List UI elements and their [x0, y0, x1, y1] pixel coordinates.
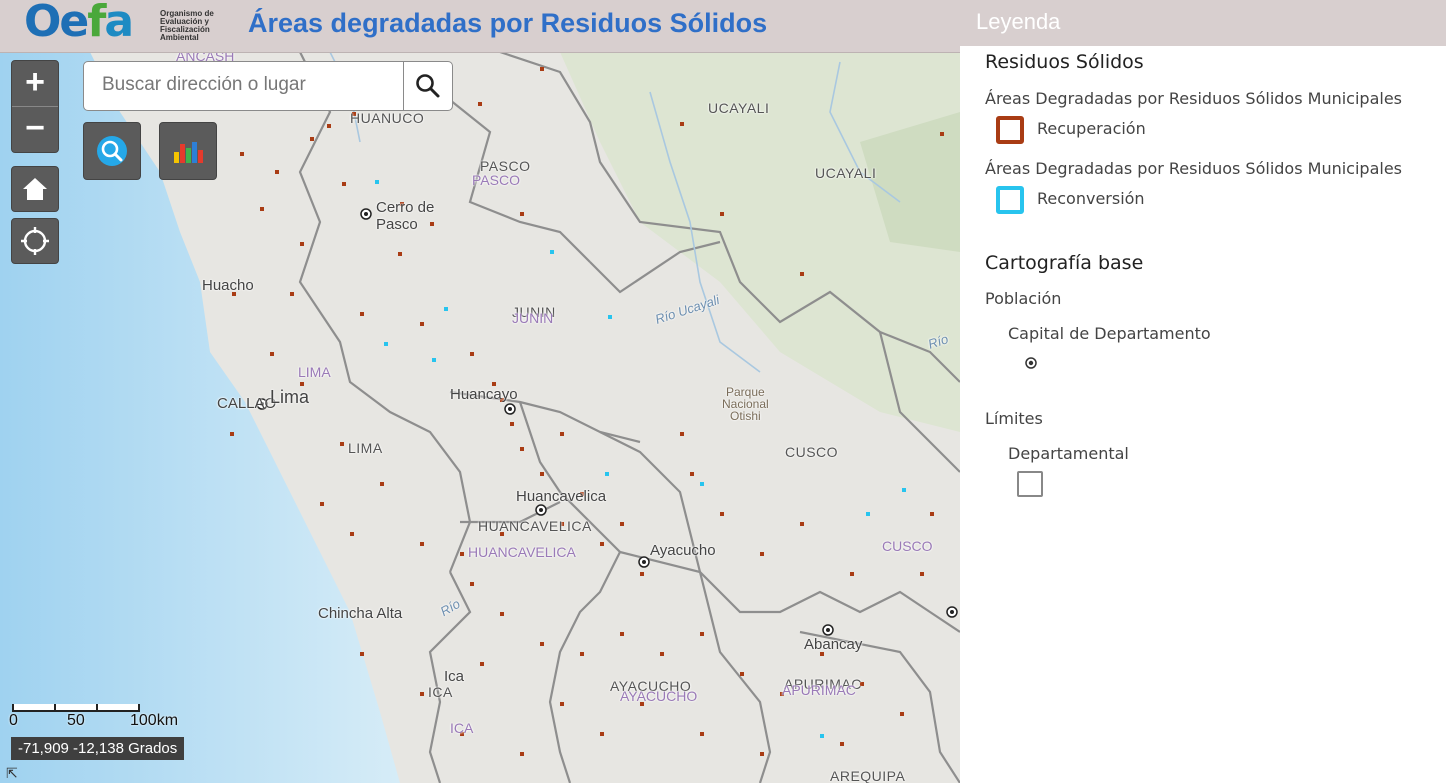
legend-departamental: Departamental	[1008, 444, 1129, 463]
map-label-callao: CALLAO	[217, 395, 277, 412]
map-label-huancayo: Huancayo	[450, 386, 518, 403]
search-tool-button[interactable]	[83, 122, 141, 180]
expand-arrow-icon[interactable]: ⇱	[6, 765, 18, 782]
map-label-apurimac-2: APURIMAC	[782, 682, 856, 698]
map-label-cerro-2: Pasco	[376, 216, 418, 233]
map-label-lima-city: Lima	[270, 387, 310, 407]
scale-label-100: 100km	[130, 712, 179, 729]
search-button[interactable]	[403, 62, 452, 110]
map-label-ica-city: Ica	[444, 668, 465, 685]
zoom-in-button[interactable]: +	[12, 61, 58, 106]
map-label-arequipa: AREQUIPA	[830, 768, 906, 783]
app-title: Áreas degradadas por Residuos Sólidos	[248, 8, 768, 38]
bar-chart-icon	[174, 142, 203, 163]
map-label-chincha: Chincha Alta	[318, 605, 403, 622]
map-label-huancavelica-2: HUANCAVELICA	[468, 544, 576, 560]
map-label-lima-region: LIMA	[348, 440, 383, 456]
legend-item-reconversion: Reconversión	[1037, 189, 1145, 208]
map-label-pasco-2: PASCO	[472, 172, 520, 188]
map-label-ucayali-2: UCAYALI	[815, 165, 877, 181]
locate-icon	[21, 227, 49, 255]
map-label-ayacucho-city: Ayacucho	[650, 542, 716, 559]
home-icon	[23, 178, 47, 200]
map-label-huanuco: HUANUCO	[350, 110, 425, 126]
search-icon	[416, 74, 440, 98]
scale-bar: 0 50 100km	[9, 704, 178, 729]
map-view[interactable]: HUANUCO ANCASH PASCO PASCO UCAYALI UCAYA…	[0, 52, 960, 783]
legend-capital: Capital de Departamento	[1008, 324, 1211, 343]
legend-panel: Leyenda Residuos Sólidos Áreas Degradada…	[960, 0, 1446, 783]
map-label-ica-2: ICA	[450, 720, 474, 736]
search-box	[83, 61, 453, 111]
magnifier-globe-icon	[97, 136, 127, 166]
home-button[interactable]	[11, 166, 59, 212]
legend-limites: Límites	[985, 409, 1043, 428]
map-label-ica: ICA	[428, 684, 453, 700]
capital-symbol-icon	[1025, 357, 1037, 369]
chart-tool-button[interactable]	[159, 122, 217, 180]
search-input[interactable]	[84, 62, 402, 108]
map-label-ucayali-1: UCAYALI	[708, 100, 770, 116]
legend-layer-2: Áreas Degradadas por Residuos Sólidos Mu…	[985, 159, 1402, 178]
zoom-control: + −	[11, 60, 59, 153]
app-header: Oefa Organismo de Evaluación y Fiscaliza…	[0, 0, 960, 53]
zoom-out-button[interactable]: −	[12, 107, 58, 152]
legend-group-cartografia: Cartografía base	[985, 252, 1144, 274]
map-label-cusco: CUSCO	[785, 444, 839, 460]
legend-layer-1: Áreas Degradadas por Residuos Sólidos Mu…	[985, 89, 1402, 108]
locate-button[interactable]	[11, 218, 59, 264]
map-label-lima-purple: LIMA	[298, 364, 331, 380]
map-label-abancay: Abancay	[804, 636, 863, 653]
legend-title: Leyenda	[960, 0, 1446, 46]
logo-subtitle: Organismo de Evaluación y Fiscalización …	[160, 9, 214, 42]
map-label-ayacucho-2: AYACUCHO	[620, 688, 698, 704]
map-label-junin-2: JUNIN	[512, 310, 554, 326]
map-label-huacho: Huacho	[202, 277, 254, 294]
map-label-huancavelica: HUANCAVELICA	[478, 518, 592, 534]
map-label-cusco-2: CUSCO	[882, 538, 933, 554]
scale-label-50: 50	[67, 712, 85, 729]
legend-item-recuperacion: Recuperación	[1037, 119, 1146, 138]
swatch-reconversion	[996, 186, 1024, 214]
scale-label-0: 0	[9, 712, 18, 729]
legend-group-residuos: Residuos Sólidos	[985, 51, 1144, 73]
map-label-huancavelica-city: Huancavelica	[516, 488, 607, 505]
swatch-departamental	[1017, 471, 1043, 497]
swatch-recuperacion	[996, 116, 1024, 144]
map-label-park: Parque Nacional Otishi	[722, 385, 769, 423]
coordinates-readout: -71,909 -12,138 Grados	[11, 737, 185, 760]
legend-poblacion: Población	[985, 289, 1062, 308]
map-label-cerro-1: Cerro de	[376, 199, 435, 216]
